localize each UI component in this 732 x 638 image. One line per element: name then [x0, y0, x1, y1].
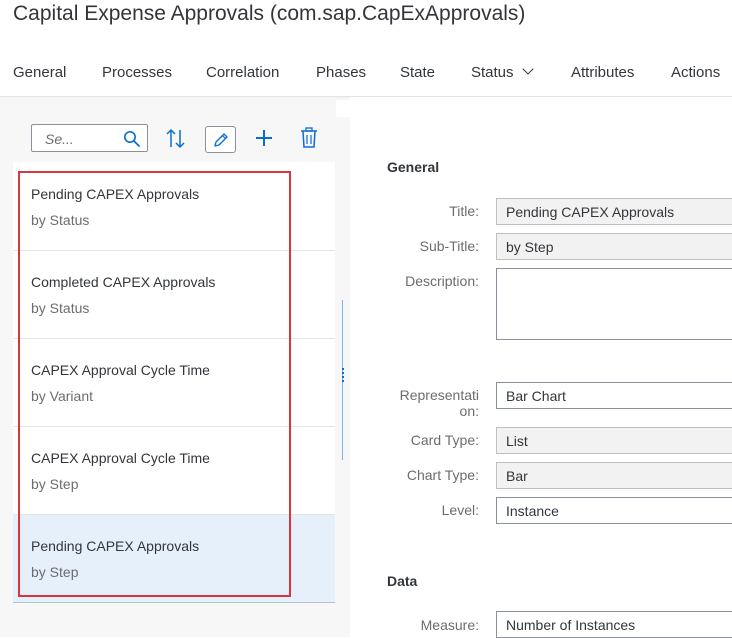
delete-button[interactable]: [298, 126, 328, 156]
sort-button[interactable]: [163, 126, 193, 156]
tab-status[interactable]: Status: [471, 63, 534, 81]
delete-icon: [301, 127, 317, 148]
list-item[interactable]: CAPEX Approval Cycle Time by Step: [13, 427, 335, 515]
level-field[interactable]: Instance: [496, 497, 732, 524]
list-item-title: CAPEX Approval Cycle Time: [31, 450, 210, 466]
list-item-subtitle: by Status: [31, 300, 90, 316]
subtitle-field[interactable]: by Step: [496, 233, 732, 260]
search-icon[interactable]: [123, 130, 141, 148]
list-item-subtitle: by Step: [31, 564, 79, 580]
card-type-field[interactable]: List: [496, 427, 732, 454]
search-input[interactable]: Se...: [31, 124, 148, 152]
list-item-title: Pending CAPEX Approvals: [31, 186, 200, 202]
chart-type-label: Chart Type:: [406, 467, 479, 483]
description-field[interactable]: [496, 268, 732, 340]
measure-label: Measure:: [420, 617, 479, 633]
title-field[interactable]: Pending CAPEX Approvals: [496, 198, 732, 225]
representation-label-line2: on:: [459, 403, 479, 419]
chevron-down-icon: [521, 63, 534, 75]
search-placeholder: Se...: [45, 131, 74, 147]
measure-field[interactable]: Number of Instances: [496, 611, 732, 638]
tab-phases[interactable]: Phases: [316, 64, 366, 81]
list-item[interactable]: CAPEX Approval Cycle Time by Variant: [13, 339, 335, 427]
representation-label: Representati on:: [400, 387, 479, 419]
level-label: Level:: [441, 502, 479, 518]
representation-label-line1: Representati: [399, 387, 479, 403]
tab-processes[interactable]: Processes: [102, 64, 172, 81]
description-label: Description:: [405, 273, 479, 289]
list-item-subtitle: by Status: [31, 212, 90, 228]
section-data-title: Data: [387, 573, 418, 589]
edit-icon: [214, 133, 228, 147]
list-item[interactable]: Completed CAPEX Approvals by Status: [13, 251, 335, 339]
edit-button[interactable]: [205, 126, 236, 153]
list-item-selected[interactable]: Pending CAPEX Approvals by Step: [13, 515, 335, 602]
tab-general[interactable]: General: [13, 64, 66, 81]
sort-icon: [166, 128, 185, 149]
title-label: Title:: [449, 203, 479, 219]
detail-pane: [350, 97, 732, 637]
tab-state[interactable]: State: [400, 64, 435, 81]
splitter-grip-icon[interactable]: [342, 368, 345, 384]
tab-bar: General Processes Correlation Phases Sta…: [0, 56, 732, 97]
list-item-title: CAPEX Approval Cycle Time: [31, 362, 210, 378]
list-item-title: Pending CAPEX Approvals: [31, 538, 200, 554]
list-item-title: Completed CAPEX Approvals: [31, 274, 216, 290]
list-item[interactable]: Pending CAPEX Approvals by Status: [13, 163, 335, 251]
tab-actions[interactable]: Actions: [671, 64, 720, 81]
tab-correlation[interactable]: Correlation: [206, 64, 279, 81]
add-button[interactable]: [252, 126, 282, 156]
section-general-title: General: [387, 159, 440, 175]
tab-status-label: Status: [471, 64, 514, 81]
representation-field[interactable]: Bar Chart: [496, 382, 732, 409]
card-type-label: Card Type:: [410, 432, 479, 448]
list-item-subtitle: by Step: [31, 476, 79, 492]
list-item-subtitle: by Variant: [31, 388, 93, 404]
add-icon: [256, 130, 272, 146]
chart-type-field[interactable]: Bar: [496, 462, 732, 489]
tab-attributes[interactable]: Attributes: [571, 64, 634, 81]
page-title: Capital Expense Approvals (com.sap.CapEx…: [13, 2, 526, 25]
subtitle-label: Sub-Title:: [419, 238, 479, 254]
